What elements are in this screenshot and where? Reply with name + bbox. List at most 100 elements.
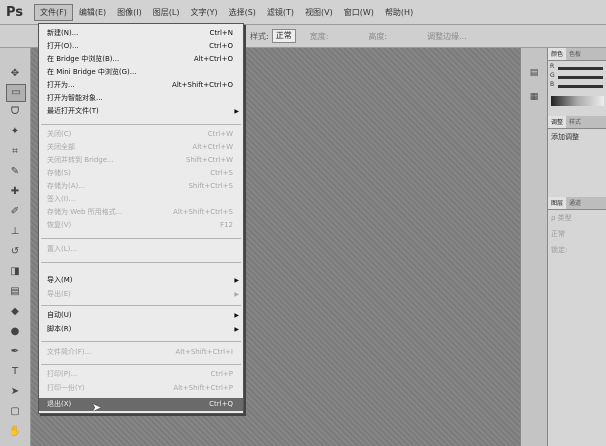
layers-panel-tabs: 图层 通道	[548, 197, 606, 210]
pen-tool-icon[interactable]: ✒	[6, 344, 24, 360]
menu-separator	[41, 341, 241, 342]
menu-item-label: 最近打开文件(T)	[47, 107, 99, 115]
menu-item-shortcut: Ctrl+Q	[209, 400, 233, 408]
menu-item-browse-bridge[interactable]: 在 Bridge 中浏览(B)... Alt+Ctrl+O	[39, 53, 243, 66]
menu-item-print-one: 打印一份(Y) Alt+Shift+Ctrl+P	[39, 382, 243, 395]
menu-item-label: 存储为(A)...	[47, 182, 85, 190]
history-panel-icon[interactable]: ▤	[527, 68, 541, 82]
submenu-arrow-icon: ▶	[234, 277, 239, 284]
menu-item-shortcut: F12	[220, 221, 233, 229]
style-select[interactable]: 正常	[271, 29, 296, 43]
hand-tool-icon[interactable]: ✋	[6, 424, 24, 440]
menu-image[interactable]: 图像(I)	[112, 5, 147, 20]
submenu-arrow-icon: ▶	[234, 291, 239, 298]
menu-item-export: 导出(E) ▶	[39, 288, 243, 301]
menu-item-automate[interactable]: 自动(U) ▶	[39, 309, 243, 322]
green-slider[interactable]: G	[550, 72, 603, 79]
menu-item-new[interactable]: 新建(N)... Ctrl+N	[39, 27, 243, 40]
menu-item-save: 存储(S) Ctrl+S	[39, 167, 243, 180]
lasso-tool-icon[interactable]: ᗜ	[6, 104, 24, 120]
properties-panel-icon[interactable]: ▦	[527, 92, 541, 106]
tab-layers[interactable]: 图层	[548, 197, 567, 209]
menu-item-exit[interactable]: 退出(X) Ctrl+Q	[39, 398, 243, 411]
menu-item-shortcut: Alt+Shift+Ctrl+O	[172, 81, 233, 89]
menu-separator	[41, 262, 241, 263]
menu-item-open-as[interactable]: 打开为... Alt+Shift+Ctrl+O	[39, 79, 243, 92]
submenu-arrow-icon: ▶	[234, 326, 239, 333]
menu-type[interactable]: 文字(Y)	[185, 5, 222, 20]
menu-item-import[interactable]: 导入(M) ▶	[39, 274, 243, 287]
type-tool-icon[interactable]: T	[6, 364, 24, 380]
color-spectrum[interactable]	[551, 96, 604, 106]
menu-separator	[41, 124, 241, 125]
menu-item-recent-files[interactable]: 最近打开文件(T) ▶	[39, 105, 243, 118]
menu-item-label: 打开为智能对象...	[47, 94, 103, 102]
crop-tool-icon[interactable]: ⌗	[6, 144, 24, 160]
menu-item-label: 打开为...	[47, 81, 75, 89]
path-select-icon[interactable]: ➤	[6, 384, 24, 400]
menu-help[interactable]: 帮助(H)	[380, 5, 418, 20]
menu-filter[interactable]: 滤镜(T)	[262, 5, 299, 20]
menu-item-scripts[interactable]: 脚本(R) ▶	[39, 323, 243, 336]
history-brush-icon[interactable]: ↺	[6, 244, 24, 260]
menu-window[interactable]: 窗口(W)	[339, 5, 379, 20]
menu-item-close: 关闭(C) Ctrl+W	[39, 128, 243, 141]
eraser-tool-icon[interactable]: ◨	[6, 264, 24, 280]
menu-separator	[41, 238, 241, 239]
menu-item-label: 签入(I)...	[47, 195, 76, 203]
menu-item-place: 置入(L)...	[39, 243, 243, 256]
tab-color[interactable]: 颜色	[548, 48, 567, 60]
menu-item-label: 在 Bridge 中浏览(B)...	[47, 55, 120, 63]
tab-channels[interactable]: 通道	[566, 197, 584, 209]
adjustment-icons-area	[548, 145, 606, 197]
move-tool-icon[interactable]: ✥	[6, 66, 24, 82]
blue-channel-label: B	[550, 81, 555, 88]
menu-layer[interactable]: 图层(L)	[148, 5, 185, 20]
refine-edge-button[interactable]: 调整边缘...	[427, 31, 467, 42]
toolbox: ✥ ▭ ᗜ ✦ ⌗ ✎ ✚ ✐ ⊥ ↺ ◨ ▤ ◆ ● ✒ T ➤ ▢ ✋	[0, 48, 31, 446]
menu-item-label: 退出(X)	[47, 400, 72, 408]
layer-kind-filter[interactable]: ρ 类型	[548, 210, 606, 226]
menu-item-open[interactable]: 打开(O)... Ctrl+O	[39, 40, 243, 53]
width-label: 宽度:	[309, 31, 329, 41]
menu-select[interactable]: 选择(S)	[224, 5, 261, 20]
panel-icon-strip: ▤ ▦	[520, 48, 547, 446]
adjust-panel-tabs: 调整 样式	[548, 116, 606, 129]
red-slider[interactable]: R	[550, 63, 603, 70]
tab-swatches[interactable]: 色板	[566, 48, 584, 60]
menu-item-shortcut: Ctrl+P	[210, 370, 233, 378]
menu-item-shortcut: Alt+Ctrl+W	[192, 143, 233, 151]
dodge-tool-icon[interactable]: ●	[6, 324, 24, 340]
tab-adjustments[interactable]: 调整	[548, 116, 567, 128]
menu-edit[interactable]: 编辑(E)	[74, 5, 111, 20]
style-label: 样式:	[250, 31, 269, 41]
healing-brush-icon[interactable]: ✚	[6, 184, 24, 200]
blue-slider[interactable]: B	[550, 81, 603, 88]
menu-item-open-smart-object[interactable]: 打开为智能对象...	[39, 92, 243, 105]
clone-stamp-icon[interactable]: ⊥	[6, 224, 24, 240]
submenu-arrow-icon: ▶	[234, 108, 239, 115]
blend-mode-select[interactable]: 正常	[548, 226, 606, 242]
menu-item-close-all: 关闭全部 Alt+Ctrl+W	[39, 141, 243, 154]
green-channel-label: G	[550, 72, 555, 79]
red-channel-label: R	[550, 63, 555, 70]
menu-item-shortcut: Ctrl+W	[207, 130, 233, 138]
eyedropper-icon[interactable]: ✎	[6, 164, 24, 180]
blur-tool-icon[interactable]: ◆	[6, 304, 24, 320]
menu-item-label: 文件简介(F)...	[47, 348, 92, 356]
menu-file[interactable]: 文件(F)	[34, 3, 73, 21]
tab-styles[interactable]: 样式	[566, 116, 584, 128]
menu-view[interactable]: 视图(V)	[300, 5, 338, 20]
marquee-tool-icon[interactable]: ▭	[6, 84, 26, 102]
menu-item-label: 新建(N)...	[47, 29, 79, 37]
shape-tool-icon[interactable]: ▢	[6, 404, 24, 420]
magic-wand-icon[interactable]: ✦	[6, 124, 24, 140]
menu-item-browse-mini-bridge[interactable]: 在 Mini Bridge 中浏览(G)...	[39, 66, 243, 79]
menu-item-revert: 恢复(V) F12	[39, 219, 243, 232]
menu-item-label: 打印一份(Y)	[47, 384, 85, 392]
gradient-tool-icon[interactable]: ▤	[6, 284, 24, 300]
brush-tool-icon[interactable]: ✐	[6, 204, 24, 220]
color-panel-tabs: 颜色 色板	[548, 48, 606, 61]
menu-separator	[41, 305, 241, 306]
menu-item-shortcut: Ctrl+O	[209, 42, 233, 50]
